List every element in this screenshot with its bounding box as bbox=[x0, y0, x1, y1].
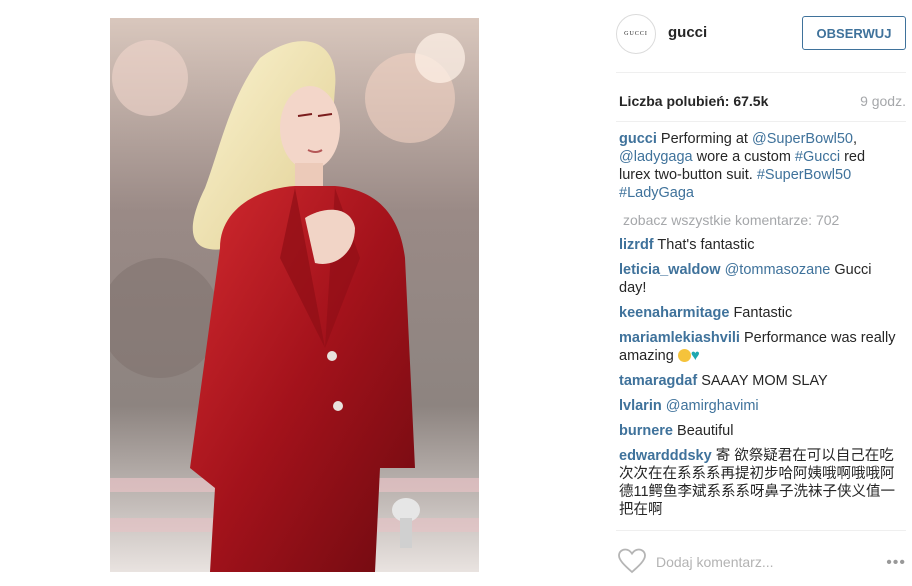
heart-outline-icon[interactable] bbox=[618, 548, 646, 574]
list-item: lvlarin @amirghavimi bbox=[619, 397, 897, 415]
blue-heart-emoji-icon: ♥ bbox=[690, 347, 700, 364]
smiling-face-emoji-icon bbox=[677, 349, 691, 362]
more-options-icon[interactable]: ••• bbox=[886, 554, 906, 572]
comments-list: gucci Performing at @SuperBowl50, @ladyg… bbox=[619, 130, 897, 526]
caption-text: , bbox=[852, 131, 857, 147]
caption-text: Performing at bbox=[660, 131, 752, 147]
list-item: tamaragdaf SAAAY MOM SLAY bbox=[619, 372, 897, 390]
post-author-username[interactable]: gucci bbox=[668, 24, 707, 41]
post-header: GUCCI gucci OBSERWUJ bbox=[606, 0, 912, 72]
caption-hashtag[interactable]: #SuperBowl50 bbox=[757, 167, 851, 183]
post-footer: ••• bbox=[606, 530, 912, 586]
comment-mention[interactable]: @amirghavimi bbox=[666, 398, 759, 414]
caption-text: wore a custom bbox=[692, 149, 795, 165]
caption-username[interactable]: gucci bbox=[619, 131, 657, 147]
list-item: mariamlekiashvili Performance was really… bbox=[619, 329, 897, 365]
caption-mention[interactable]: @SuperBowl50 bbox=[752, 131, 853, 147]
comment-username[interactable]: burnere bbox=[619, 423, 673, 439]
likes-row: Liczba polubień: 67.5k 9 godz. bbox=[619, 93, 906, 113]
likes-count[interactable]: 67.5k bbox=[733, 93, 768, 109]
list-item: leticia_waldow @tommasozane Gucci day! bbox=[619, 261, 897, 297]
add-comment-input[interactable] bbox=[656, 552, 846, 572]
post-photo-image bbox=[110, 18, 479, 572]
list-item: lizrdf That's fantastic bbox=[619, 236, 897, 254]
comment-username[interactable]: edwardddsky bbox=[619, 448, 712, 464]
follow-button[interactable]: OBSERWUJ bbox=[802, 16, 906, 50]
caption-mention[interactable]: @ladygaga bbox=[619, 149, 693, 165]
caption: gucci Performing at @SuperBowl50, @ladyg… bbox=[619, 130, 897, 202]
view-all-comments-link[interactable]: zobacz wszystkie komentarze: 702 bbox=[623, 211, 897, 229]
list-item: edwardddsky 寄 欲祭疑君在可以自己在吃次次在在系系系再提初步哈阿姨哦… bbox=[619, 447, 897, 519]
avatar[interactable]: GUCCI bbox=[616, 14, 656, 54]
comment-username[interactable]: mariamlekiashvili bbox=[619, 330, 740, 346]
comment-username[interactable]: keenaharmitage bbox=[619, 305, 729, 321]
post-timestamp[interactable]: 9 godz. bbox=[860, 93, 906, 109]
comment-text: Fantastic bbox=[733, 305, 793, 321]
post-photo[interactable] bbox=[110, 18, 479, 572]
header-divider bbox=[616, 72, 906, 73]
comment-username[interactable]: lvlarin bbox=[619, 398, 662, 414]
likes-label: Liczba polubień: bbox=[619, 93, 730, 109]
comment-username[interactable]: tamaragdaf bbox=[619, 373, 697, 389]
comment-text: Beautiful bbox=[677, 423, 734, 439]
list-item: burnere Beautiful bbox=[619, 422, 897, 440]
likes-divider bbox=[616, 121, 906, 122]
avatar-logo-text: GUCCI bbox=[624, 31, 648, 37]
comment-username[interactable]: lizrdf bbox=[619, 237, 654, 253]
caption-hashtag[interactable]: #LadyGaga bbox=[619, 185, 694, 201]
comment-text: That's fantastic bbox=[657, 237, 755, 253]
post-details-panel: GUCCI gucci OBSERWUJ Liczba polubień: 67… bbox=[606, 0, 912, 586]
list-item: keenaharmitage Fantastic bbox=[619, 304, 897, 322]
caption-hashtag[interactable]: #Gucci bbox=[795, 149, 840, 165]
comment-username[interactable]: leticia_waldow bbox=[619, 262, 721, 278]
comment-text: SAAAY MOM SLAY bbox=[701, 373, 828, 389]
comment-mention[interactable]: @tommasozane bbox=[725, 262, 831, 278]
